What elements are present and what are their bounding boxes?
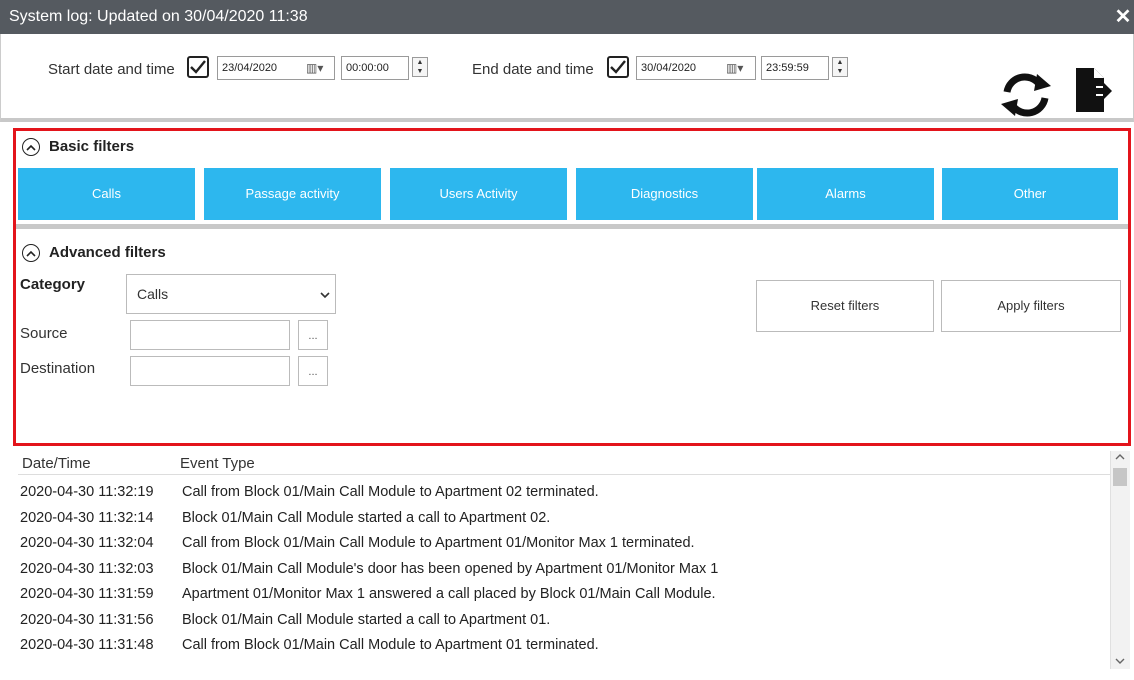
log-row-datetime: 2020-04-30 11:31:56 bbox=[20, 611, 154, 628]
log-row-datetime: 2020-04-30 11:32:04 bbox=[20, 535, 154, 551]
log-row-datetime: 2020-04-30 11:31:59 bbox=[20, 586, 154, 602]
log-row-datetime: 2020-04-30 11:32:03 bbox=[20, 560, 154, 577]
column-header-event-type[interactable]: Event Type bbox=[180, 451, 255, 477]
checkmark-icon bbox=[610, 60, 626, 74]
log-table-header: Date/Time Event Type bbox=[18, 451, 1110, 475]
start-time-field[interactable]: 00:00:00 bbox=[341, 56, 409, 80]
destination-browse-button[interactable]: ... bbox=[298, 356, 328, 386]
start-date-label: Start date and time bbox=[48, 61, 175, 78]
log-row[interactable]: 2020-04-30 11:32:19 Call from Block 01/Ma… bbox=[18, 480, 1110, 504]
scrollbar-thumb[interactable] bbox=[1113, 468, 1127, 486]
log-row-event: Apartment 01/Monitor Max 1 answered a ca… bbox=[182, 586, 716, 602]
category-label: Category bbox=[20, 276, 86, 293]
end-date-value: 30/04/2020 bbox=[641, 62, 697, 74]
filter-button-calls[interactable]: Calls bbox=[18, 168, 195, 220]
log-row-event: Call from Block 01/Main Call Module to A… bbox=[182, 535, 695, 551]
log-row[interactable]: 2020-04-30 11:32:04 Call from Block 01/Ma… bbox=[18, 531, 1110, 555]
start-calendar-dropdown-icon[interactable]: ▥▾ bbox=[306, 56, 323, 80]
end-time-spinner-icon[interactable]: ▲ ▼ bbox=[832, 57, 848, 77]
window-title: System log: Updated on 30/04/2020 11:38 bbox=[9, 8, 308, 25]
source-browse-button[interactable]: ... bbox=[298, 320, 328, 350]
category-select-value: Calls bbox=[137, 286, 169, 302]
collapse-chevron-up-icon[interactable] bbox=[22, 244, 40, 262]
log-row-event: Block 01/Main Call Module's door has bee… bbox=[182, 560, 719, 577]
log-row[interactable]: 2020-04-30 11:32:03 Block 01/Main Call Mo… bbox=[18, 557, 1110, 581]
filter-button-passage-activity[interactable]: Passage activity bbox=[204, 168, 381, 220]
log-row-datetime: 2020-04-30 11:31:48 bbox=[20, 637, 154, 653]
apply-filters-button[interactable]: Apply filters bbox=[941, 280, 1121, 332]
log-row[interactable]: 2020-04-30 11:31:48 Call from Block 01/Ma… bbox=[18, 633, 1110, 657]
log-row-datetime: 2020-04-30 11:32:19 bbox=[20, 484, 154, 500]
log-row-datetime: 2020-04-30 11:32:14 bbox=[20, 509, 154, 526]
scroll-down-icon[interactable] bbox=[1115, 658, 1125, 665]
export-icon[interactable] bbox=[1074, 66, 1114, 114]
log-row-event: Block 01/Main Call Module started a call… bbox=[182, 509, 551, 526]
destination-label: Destination bbox=[20, 360, 96, 377]
collapse-chevron-up-icon[interactable] bbox=[22, 138, 40, 156]
source-input[interactable] bbox=[130, 320, 290, 350]
filter-button-other[interactable]: Other bbox=[942, 168, 1118, 220]
close-icon[interactable]: ✕ bbox=[1112, 0, 1134, 34]
start-time-spinner-icon[interactable]: ▲ ▼ bbox=[412, 57, 428, 77]
log-row[interactable]: 2020-04-30 11:31:59 Apartment 01/Monitor … bbox=[18, 582, 1110, 606]
source-label: Source bbox=[20, 325, 68, 342]
log-row-event: Call from Block 01/Main Call Module to A… bbox=[182, 637, 599, 653]
date-range-toolbar bbox=[0, 34, 1134, 122]
refresh-icon[interactable] bbox=[997, 72, 1057, 118]
log-row-event: Block 01/Main Call Module started a call… bbox=[182, 611, 551, 628]
start-date-checkbox[interactable] bbox=[187, 56, 209, 78]
reset-filters-button[interactable]: Reset filters bbox=[756, 280, 934, 332]
category-select[interactable]: Calls bbox=[126, 274, 336, 314]
log-row[interactable]: 2020-04-30 11:31:56 Block 01/Main Call Mo… bbox=[18, 608, 1110, 632]
log-row[interactable]: 2020-04-30 11:32:14 Block 01/Main Call Mo… bbox=[18, 506, 1110, 530]
end-time-value: 23:59:59 bbox=[766, 62, 809, 74]
advanced-filters-title: Advanced filters bbox=[49, 244, 166, 261]
basic-filters-title: Basic filters bbox=[49, 138, 135, 155]
end-calendar-dropdown-icon[interactable]: ▥▾ bbox=[726, 56, 743, 80]
scroll-up-icon[interactable] bbox=[1115, 453, 1125, 460]
destination-input[interactable] bbox=[130, 356, 290, 386]
start-date-value: 23/04/2020 bbox=[222, 62, 278, 74]
section-divider bbox=[16, 224, 1128, 229]
checkmark-icon bbox=[190, 60, 206, 74]
chevron-down-icon bbox=[320, 292, 330, 299]
end-time-field[interactable]: 23:59:59 bbox=[761, 56, 829, 80]
log-row-event: Call from Block 01/Main Call Module to A… bbox=[182, 484, 599, 500]
title-bar: System log: Updated on 30/04/2020 11:38 bbox=[0, 0, 1134, 34]
start-time-value: 00:00:00 bbox=[346, 62, 389, 74]
column-header-datetime[interactable]: Date/Time bbox=[22, 451, 91, 477]
filter-button-diagnostics[interactable]: Diagnostics bbox=[576, 168, 753, 220]
end-date-label: End date and time bbox=[472, 61, 594, 78]
end-date-checkbox[interactable] bbox=[607, 56, 629, 78]
filter-button-users-activity[interactable]: Users Activity bbox=[390, 168, 567, 220]
filter-button-alarms[interactable]: Alarms bbox=[757, 168, 934, 220]
